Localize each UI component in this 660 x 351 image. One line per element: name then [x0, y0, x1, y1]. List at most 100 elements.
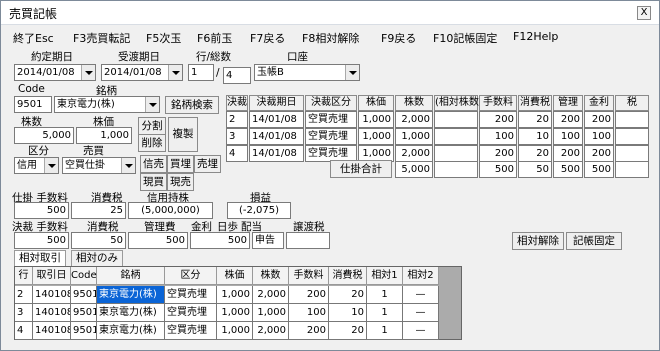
grid-cell[interactable]: 9501: [71, 322, 97, 340]
grid-cell[interactable]: 10: [329, 304, 367, 322]
col-relative-shares: (相対株数): [434, 95, 483, 111]
title-bar: 売買記帳 X: [1, 1, 659, 25]
right-cell: 空買売埋: [305, 111, 357, 128]
menu-back-2[interactable]: F9戻る: [381, 30, 416, 46]
window-title: 売買記帳: [9, 7, 58, 21]
right-cell: 4: [226, 145, 248, 162]
close-button[interactable]: X: [637, 6, 651, 20]
right-cell: 3: [226, 128, 248, 145]
chevron-down-icon: [44, 158, 58, 173]
relative-release-button[interactable]: 相対解除: [512, 232, 564, 250]
grid-cell[interactable]: 1,000: [217, 304, 253, 322]
grid-cell[interactable]: 空買売埋: [165, 304, 217, 322]
right-cell: [434, 128, 478, 145]
right-cell: 20: [518, 145, 552, 162]
cash-buy-button[interactable]: 現買: [140, 173, 167, 191]
price-input[interactable]: 1,000: [76, 127, 132, 144]
grid-cell[interactable]: 20: [329, 322, 367, 340]
grid-cell[interactable]: 東京電力(株): [97, 322, 165, 340]
copy-button[interactable]: 複製: [168, 117, 198, 152]
grid-cell[interactable]: 東京電力(株): [97, 304, 165, 322]
category-select[interactable]: 信用: [14, 157, 59, 174]
receipt-date-value: 2014/01/08: [104, 67, 162, 78]
grid-cell[interactable]: 200: [289, 322, 329, 340]
right-cell: 空買売埋: [305, 128, 357, 145]
total-input[interactable]: 4: [223, 67, 251, 84]
right-cell: 1,000: [395, 128, 433, 145]
grid-cell[interactable]: 1,000: [253, 304, 289, 322]
menu-back[interactable]: F7戻る: [250, 30, 285, 46]
col-mgmt: 管理: [553, 95, 583, 111]
row-input[interactable]: 1: [188, 64, 214, 81]
menu-transfer[interactable]: F3売買転記: [73, 30, 130, 46]
grid-cell[interactable]: 200: [289, 286, 329, 304]
shares-input[interactable]: 5,000: [14, 127, 74, 144]
grid-cell[interactable]: 空買売埋: [165, 286, 217, 304]
contract-date-select[interactable]: 2014/01/08: [14, 64, 96, 81]
grid-cell[interactable]: —: [403, 286, 439, 304]
tab-relative-trades[interactable]: 相対取引: [14, 250, 66, 266]
grid-cell[interactable]: 9501: [71, 286, 97, 304]
grid-cell[interactable]: 2,000: [253, 322, 289, 340]
account-value: 玉帳B: [257, 67, 284, 78]
grid-cell[interactable]: 9501: [71, 304, 97, 322]
account-select[interactable]: 玉帳B: [254, 64, 360, 81]
grid-header: 行: [15, 267, 33, 285]
grid-cell[interactable]: 20: [329, 286, 367, 304]
menu-fix-entry[interactable]: F10記帳固定: [433, 30, 497, 46]
split-button[interactable]: 分割: [138, 117, 166, 135]
grid-cell[interactable]: 1: [367, 304, 403, 322]
grid-cell[interactable]: 1: [367, 286, 403, 304]
grid-cell[interactable]: —: [403, 304, 439, 322]
grid-cell[interactable]: 3: [15, 304, 33, 322]
grid-header: 手数料: [289, 267, 329, 285]
grid-cell[interactable]: 100: [289, 304, 329, 322]
grid-cell[interactable]: 140108: [33, 286, 71, 304]
grid-cell[interactable]: 1,000: [217, 322, 253, 340]
grid-cell[interactable]: 1,000: [217, 286, 253, 304]
shinbai-button[interactable]: 信売: [140, 155, 167, 173]
fix-entry-button[interactable]: 記帳固定: [566, 232, 622, 250]
code-label: Code: [18, 83, 45, 95]
right-cell: [615, 128, 649, 145]
grid-cell[interactable]: 1: [367, 322, 403, 340]
grid-cell-selected[interactable]: 東京電力(株): [97, 286, 165, 304]
grid-cell[interactable]: 4: [15, 322, 33, 340]
interest-days-value: 500: [190, 232, 250, 249]
trade-label: 売買: [83, 145, 104, 157]
grid-cell[interactable]: 140108: [33, 304, 71, 322]
right-cell: 1,000: [358, 111, 394, 128]
delete-button[interactable]: 削除: [138, 134, 166, 152]
brand-search-button[interactable]: 銘柄検索: [165, 96, 219, 114]
brand-select[interactable]: 東京電力(株): [54, 96, 160, 113]
menu-next[interactable]: F5次玉: [146, 30, 181, 46]
grid-cell[interactable]: 140108: [33, 322, 71, 340]
menu-exit[interactable]: 終了Esc: [13, 30, 54, 46]
right-cell: [434, 145, 478, 162]
cash-sell-button[interactable]: 現売: [167, 173, 194, 191]
code-input[interactable]: 9501: [14, 96, 52, 113]
grid-cell[interactable]: —: [403, 322, 439, 340]
grid-header: 相対1: [367, 267, 403, 285]
total-interest: 500: [584, 161, 614, 178]
receipt-date-select[interactable]: 2014/01/08: [101, 64, 183, 81]
right-cell: 14/01/08: [249, 111, 304, 128]
menu-help[interactable]: F12Help: [513, 30, 558, 43]
right-cell: 14/01/08: [249, 145, 304, 162]
row-total-label: 行/総数: [196, 51, 232, 63]
sell-close-button[interactable]: 売埋: [194, 155, 221, 173]
col-commission: 手数料: [479, 95, 517, 111]
grid-header: 消費税: [329, 267, 367, 285]
grid-cell[interactable]: 2: [15, 286, 33, 304]
trade-select[interactable]: 空買仕掛: [62, 157, 136, 174]
menu-prev[interactable]: F6前玉: [197, 30, 232, 46]
buy-close-button[interactable]: 買埋: [167, 155, 194, 173]
grid-cell[interactable]: 空買売埋: [165, 322, 217, 340]
open-total-button[interactable]: 仕掛合計: [330, 160, 392, 178]
menu-relative-release[interactable]: F8相対解除: [302, 30, 359, 46]
right-cell: 200: [584, 111, 614, 128]
grid-cell[interactable]: 2,000: [253, 286, 289, 304]
receipt-date-label: 受渡期日: [118, 51, 160, 63]
right-cell: [615, 111, 649, 128]
tab-relative-only[interactable]: 相対のみ: [71, 250, 123, 266]
